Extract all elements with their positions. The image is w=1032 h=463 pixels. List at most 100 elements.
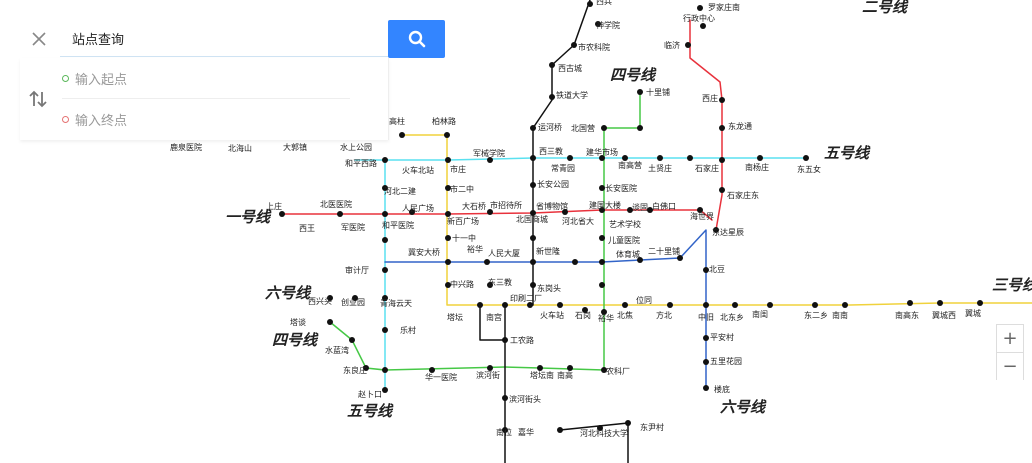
station-label[interactable]: 北焦 <box>617 310 633 320</box>
station-label[interactable]: 北东乡 <box>720 312 744 322</box>
station-label[interactable]: 运河桥 <box>538 122 562 132</box>
station-label[interactable]: 罗家庄南 <box>708 2 740 12</box>
station-label[interactable]: 东二乡 <box>804 310 828 320</box>
station-label[interactable]: 东尹村 <box>640 422 664 432</box>
station-label[interactable]: 铁道大学 <box>556 90 588 100</box>
station-label[interactable]: 市农科院 <box>578 42 610 52</box>
station-label[interactable]: 新世隆 <box>536 246 560 256</box>
station-label[interactable]: 滨河街 <box>476 370 500 380</box>
close-button[interactable] <box>20 20 58 58</box>
station-label[interactable]: 印刷二厂 <box>510 294 542 303</box>
station-label[interactable]: 十里铺 <box>646 87 670 97</box>
station-label[interactable]: 楼底 <box>714 384 730 394</box>
station-label[interactable]: 农科厂 <box>606 366 630 376</box>
station-label[interactable]: 翼城西 <box>932 311 956 320</box>
station-label[interactable]: 青海云天 <box>380 298 412 308</box>
station-label[interactable]: 裕华 <box>467 244 483 254</box>
station-label[interactable]: 南高东 <box>895 310 919 320</box>
station-label[interactable]: 北豆 <box>709 265 725 274</box>
station-label[interactable]: 翼城 <box>965 309 981 318</box>
station-label[interactable]: 水蓝湾 <box>325 345 349 355</box>
station-label[interactable]: 石岗 <box>575 311 591 320</box>
station-label[interactable]: 冀安大桥 <box>408 247 440 257</box>
station-label[interactable]: 长安医院 <box>605 183 637 193</box>
station-label[interactable]: 常青园 <box>551 163 575 173</box>
station-label[interactable]: 大石桥 <box>462 201 486 211</box>
station-label[interactable]: 赵卜口 <box>358 389 382 399</box>
station-label[interactable]: 体育城 <box>616 249 640 259</box>
station-label[interactable]: 北国营 <box>571 123 595 133</box>
zoom-in-button[interactable]: + <box>997 325 1023 352</box>
station-label[interactable]: 北国商城 <box>516 214 548 224</box>
station-label[interactable]: 西兵 <box>596 0 612 6</box>
station-label[interactable]: 长安公园 <box>537 179 569 189</box>
station-label[interactable]: 滨河街头 <box>509 394 541 404</box>
station-label[interactable]: 华一医院 <box>425 372 457 382</box>
station-label[interactable]: 二十里铺 <box>648 246 680 256</box>
station-label[interactable]: 东龙通 <box>728 121 752 131</box>
station-label[interactable]: 水上公园 <box>340 142 372 152</box>
station-label[interactable]: 南高 <box>557 370 573 380</box>
station-label[interactable]: 建国大楼 <box>589 200 621 210</box>
station-label[interactable]: 西王 <box>299 224 315 233</box>
station-label[interactable]: 方北 <box>656 310 672 320</box>
station-label[interactable]: 北海山 <box>228 143 252 153</box>
station-label[interactable]: 省博物馆 <box>536 201 568 211</box>
station-label[interactable]: 西兴头 <box>308 296 332 306</box>
search-button[interactable] <box>388 20 445 58</box>
swap-button[interactable] <box>28 88 48 110</box>
station-label[interactable]: 南南 <box>832 310 848 320</box>
station-label[interactable]: 建华市场 <box>586 147 618 157</box>
station-label[interactable]: 火车北站 <box>402 165 434 175</box>
search-input[interactable] <box>60 20 388 57</box>
station-label[interactable]: 河北省大 <box>562 216 594 226</box>
station-label[interactable]: 嘉华 <box>518 427 534 437</box>
station-label[interactable]: 临济 <box>664 40 680 50</box>
station-label[interactable]: 军医院 <box>341 222 365 232</box>
station-label[interactable]: 上庄 <box>266 201 282 211</box>
station-label[interactable]: 海世界 <box>690 211 714 221</box>
station-label[interactable]: 东岗头 <box>537 283 561 293</box>
station-label[interactable]: 石家庄东 <box>727 190 759 200</box>
station-label[interactable]: 土贤庄 <box>648 163 672 173</box>
station-label[interactable]: 神学院 <box>596 20 620 30</box>
station-label[interactable]: 人民广场 <box>402 203 434 213</box>
station-label[interactable]: 东达星辰 <box>712 227 744 237</box>
station-label[interactable]: 创业园 <box>341 297 365 307</box>
station-label[interactable]: 西庄 <box>702 93 718 103</box>
station-label[interactable]: 西三教 <box>539 146 563 156</box>
station-label[interactable]: 南闺 <box>752 309 768 319</box>
station-label[interactable]: 平安村 <box>710 332 734 342</box>
station-label[interactable]: 东良庄 <box>343 365 367 375</box>
station-label[interactable]: 军械学院 <box>473 148 505 158</box>
station-label[interactable]: 五里花园 <box>710 356 742 366</box>
station-label[interactable]: 审计厅 <box>345 265 369 275</box>
station-label[interactable]: 火车站 <box>540 310 564 320</box>
station-label[interactable]: 乐村 <box>400 325 416 335</box>
station-label[interactable]: 十一中 <box>452 233 476 243</box>
station-label[interactable]: 西古城 <box>558 63 582 73</box>
station-label[interactable]: 大郭镇 <box>283 142 307 152</box>
station-label[interactable]: 南杨庄 <box>745 162 769 172</box>
end-field[interactable]: 输入终点 <box>62 99 350 139</box>
station-label[interactable]: 南宫 <box>486 312 502 322</box>
station-label[interactable]: 裕华 <box>598 313 614 323</box>
station-label[interactable]: 新百广场 <box>447 216 479 226</box>
station-label[interactable]: 和平西路 <box>345 158 377 168</box>
station-label[interactable]: 东三教 <box>488 277 512 287</box>
station-label[interactable]: 市招待所 <box>490 200 522 210</box>
station-label[interactable]: 河北二建 <box>384 186 416 196</box>
station-label[interactable]: 位同 <box>636 295 652 305</box>
station-label[interactable]: 河北科技大学 <box>580 428 628 438</box>
station-label[interactable]: 谈固 <box>632 202 648 212</box>
station-label[interactable]: 白佛口 <box>652 201 676 211</box>
station-label[interactable]: 艺术学校 <box>609 219 641 229</box>
start-field[interactable]: 输入起点 <box>62 58 350 99</box>
station-label[interactable]: 人民大厦 <box>488 248 520 258</box>
station-label[interactable]: 塔坛南 <box>530 370 554 380</box>
station-label[interactable]: 工农路 <box>510 335 534 345</box>
station-label[interactable]: 塔谈 <box>290 317 306 327</box>
station-label[interactable]: 石家庄 <box>695 163 719 173</box>
station-label[interactable]: 行政中心 <box>683 13 715 23</box>
station-label[interactable]: 南位 <box>496 427 512 437</box>
